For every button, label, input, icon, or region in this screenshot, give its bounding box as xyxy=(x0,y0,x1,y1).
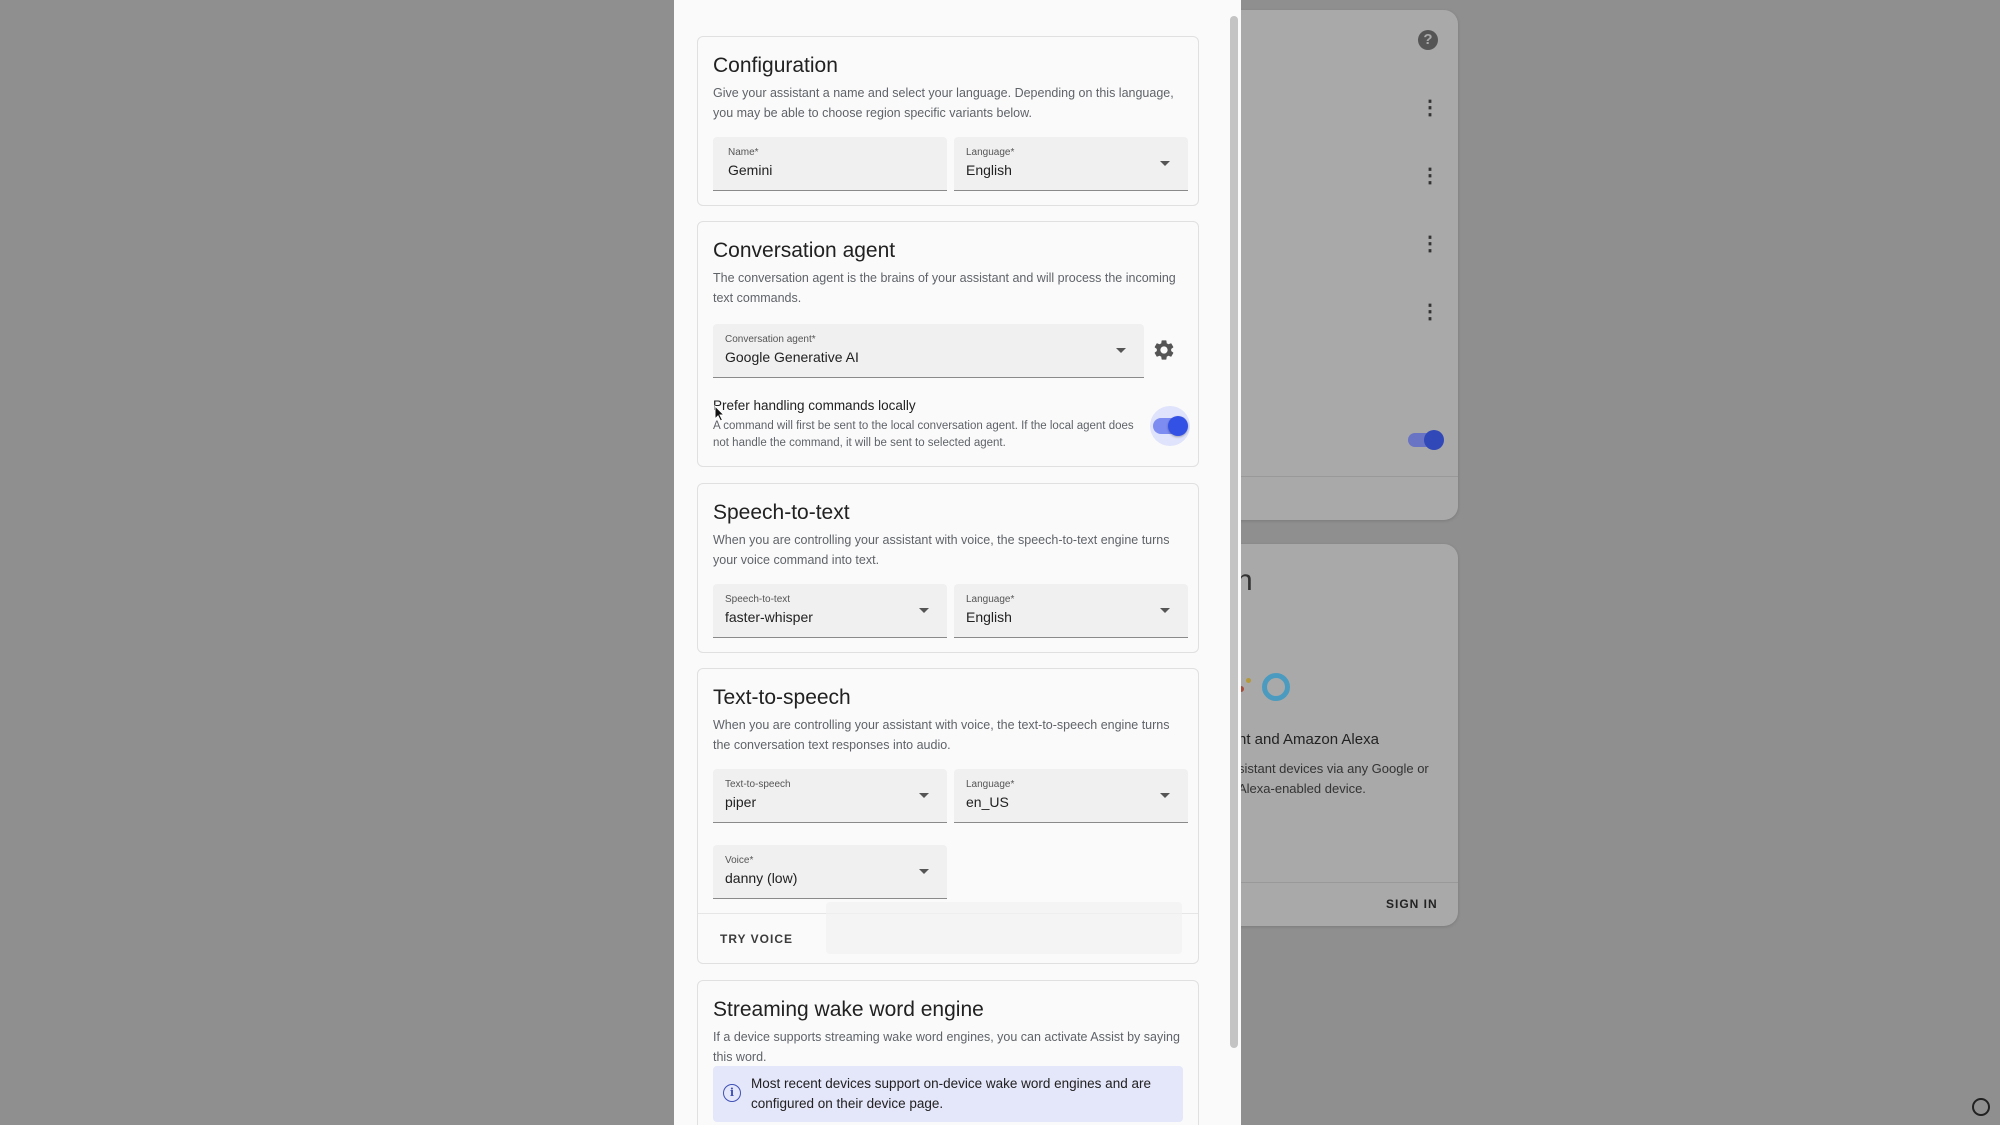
more-vert-icon: ⋮ xyxy=(1420,165,1440,187)
prefer-local-title: Prefer handling commands locally xyxy=(713,398,916,413)
name-field[interactable]: Name* Gemini xyxy=(713,137,947,191)
chevron-down-icon xyxy=(919,793,929,798)
prefer-local-toggle-knob[interactable] xyxy=(1168,416,1188,436)
speech-to-text-label: Speech-to-text xyxy=(725,594,791,605)
google-logo-icon xyxy=(1246,678,1251,683)
help-icon: ? xyxy=(1418,30,1438,50)
conversation-agent-label: Conversation agent* xyxy=(725,334,816,345)
try-voice-button[interactable]: TRY VOICE xyxy=(720,932,793,946)
configuration-title: Configuration xyxy=(713,54,838,77)
language-select-label: Language* xyxy=(966,147,1015,158)
speech-to-text-value: faster-whisper xyxy=(725,609,813,625)
name-field-label: Name* xyxy=(728,147,759,158)
conversation-agent-description: The conversation agent is the brains of … xyxy=(713,271,1176,305)
text-to-speech-label: Text-to-speech xyxy=(725,779,791,790)
background-assistants-desc: sistant devices via any Google or Alexa-… xyxy=(1238,761,1429,796)
mouse-cursor-icon xyxy=(714,405,726,422)
stt-language-value: English xyxy=(966,609,1012,625)
speech-to-text-description: When you are controlling your assistant … xyxy=(713,533,1170,567)
background-toggle-knob xyxy=(1424,430,1444,450)
text-to-speech-value: piper xyxy=(725,794,757,810)
voice-value: danny (low) xyxy=(725,870,798,886)
chevron-down-icon xyxy=(1160,161,1170,166)
name-field-value: Gemini xyxy=(728,162,773,178)
info-icon: i xyxy=(723,1084,741,1102)
text-to-speech-description: When you are controlling your assistant … xyxy=(713,718,1170,752)
dialog-scrollbar[interactable] xyxy=(1230,16,1238,1048)
tts-language-value: en_US xyxy=(966,794,1009,810)
language-select-value: English xyxy=(966,162,1012,178)
text-to-speech-card: Text-to-speech When you are controlling … xyxy=(697,668,1199,964)
wake-word-info-text: Most recent devices support on-device wa… xyxy=(751,1076,1151,1111)
wake-word-description: If a device supports streaming wake word… xyxy=(713,1030,1180,1064)
speech-to-text-select[interactable]: Speech-to-text faster-whisper xyxy=(713,584,947,638)
gear-icon[interactable] xyxy=(1152,338,1176,362)
configuration-description: Give your assistant a name and select yo… xyxy=(713,86,1174,120)
chevron-down-icon xyxy=(919,869,929,874)
configuration-card: Configuration Give your assistant a name… xyxy=(697,36,1199,206)
text-to-speech-title: Text-to-speech xyxy=(713,686,851,709)
stt-language-select[interactable]: Language* English xyxy=(954,584,1188,638)
conversation-agent-card: Conversation agent The conversation agen… xyxy=(697,221,1199,467)
chevron-down-icon xyxy=(919,608,929,613)
more-vert-icon: ⋮ xyxy=(1420,97,1440,119)
chevron-down-icon xyxy=(1160,793,1170,798)
more-vert-icon: ⋮ xyxy=(1420,233,1440,255)
text-to-speech-select[interactable]: Text-to-speech piper xyxy=(713,769,947,823)
conversation-agent-title: Conversation agent xyxy=(713,239,896,262)
background-assistants-title: nt and Amazon Alexa xyxy=(1238,731,1379,748)
chevron-down-icon xyxy=(1116,348,1126,353)
language-select[interactable]: Language* English xyxy=(954,137,1188,191)
speech-to-text-card: Speech-to-text When you are controlling … xyxy=(697,483,1199,653)
tts-card-actions: TRY VOICE xyxy=(698,902,1198,964)
more-vert-icon: ⋮ xyxy=(1420,301,1440,323)
wake-word-info-alert: i Most recent devices support on-device … xyxy=(713,1066,1183,1122)
wake-word-card: Streaming wake word engine If a device s… xyxy=(697,980,1199,1125)
tts-language-label: Language* xyxy=(966,779,1015,790)
conversation-agent-value: Google Generative AI xyxy=(725,349,859,365)
voice-select[interactable]: Voice* danny (low) xyxy=(713,845,947,899)
assistant-dialog: Configuration Give your assistant a name… xyxy=(674,0,1241,1125)
screen-capture-icon xyxy=(1972,1098,1990,1116)
wake-word-title: Streaming wake word engine xyxy=(713,998,984,1021)
audio-player xyxy=(826,902,1182,954)
divider xyxy=(1240,882,1458,883)
speech-to-text-title: Speech-to-text xyxy=(713,501,850,524)
conversation-agent-select[interactable]: Conversation agent* Google Generative AI xyxy=(713,324,1144,378)
background-sign-in: SIGN IN xyxy=(1386,897,1438,911)
divider xyxy=(1240,476,1458,477)
stt-language-label: Language* xyxy=(966,594,1015,605)
alexa-logo-icon xyxy=(1262,673,1290,701)
voice-label: Voice* xyxy=(725,855,754,866)
chevron-down-icon xyxy=(1160,608,1170,613)
tts-language-select[interactable]: Language* en_US xyxy=(954,769,1188,823)
prefer-local-description: A command will first be sent to the loca… xyxy=(713,420,1134,449)
